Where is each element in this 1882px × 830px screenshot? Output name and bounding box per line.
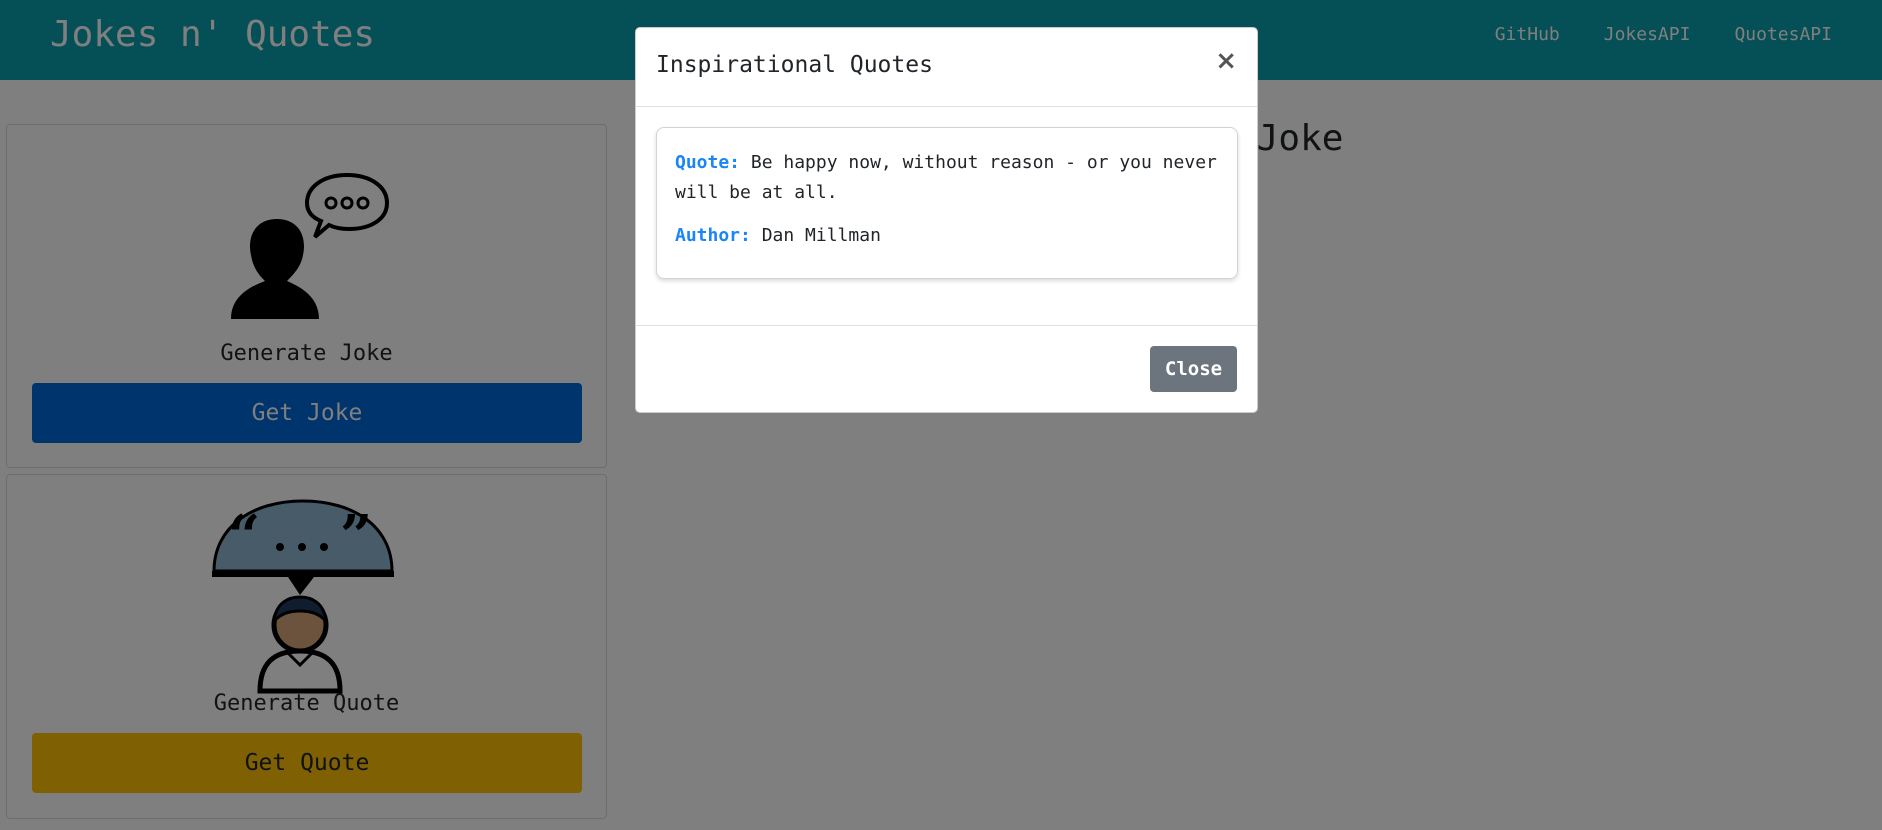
modal-title: Inspirational Quotes bbox=[656, 52, 933, 78]
quote-box: Quote: Be happy now, without reason - or… bbox=[656, 127, 1238, 279]
quote-label: Quote: bbox=[675, 152, 741, 173]
modal-header: Inspirational Quotes × bbox=[636, 28, 1257, 107]
quote-row: Quote: Be happy now, without reason - or… bbox=[675, 148, 1219, 208]
quote-text: Be happy now, without reason - or you ne… bbox=[675, 152, 1217, 203]
modal-footer: Close bbox=[636, 325, 1257, 414]
author-row: Author: Dan Millman bbox=[675, 221, 1219, 251]
close-icon[interactable]: × bbox=[1215, 46, 1237, 76]
close-button[interactable]: Close bbox=[1150, 346, 1237, 392]
author-label: Author: bbox=[675, 225, 751, 246]
author-text: Dan Millman bbox=[761, 225, 881, 246]
quote-modal: Inspirational Quotes × Quote: Be happy n… bbox=[635, 27, 1258, 413]
